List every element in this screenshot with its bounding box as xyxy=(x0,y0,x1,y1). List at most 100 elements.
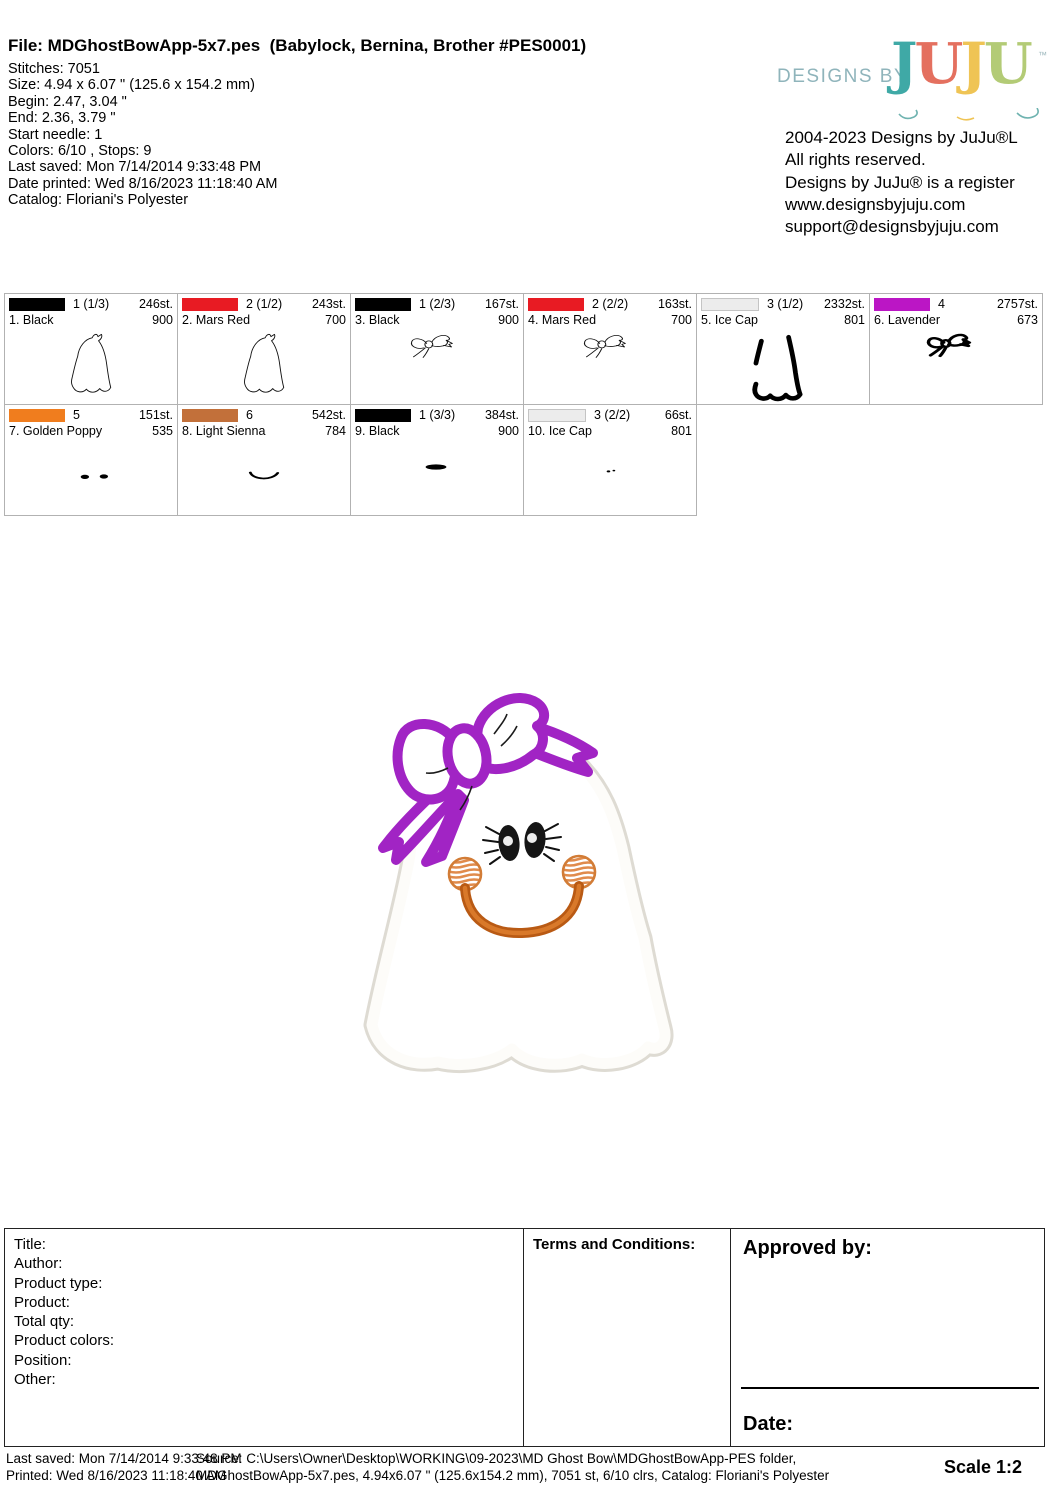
scale-label: Scale 1:2 xyxy=(944,1457,1022,1478)
copyright-line: Designs by JuJu® is a register xyxy=(785,172,1048,194)
step-preview-thumbnail xyxy=(62,332,120,402)
step-preview-thumbnail xyxy=(602,465,620,477)
thread-step-cell: 6 542st. 8. Light Sienna 784 xyxy=(177,404,351,516)
thread-step-cell: 1 (1/3) 246st. 1. Black 900 xyxy=(4,293,178,405)
thread-color-table: 1 (1/3) 246st. 1. Black 900 2 (1/2) 243s… xyxy=(4,293,1043,516)
footer-source-path: Source: C:\Users\Owner\Desktop\WORKING\0… xyxy=(196,1450,829,1484)
footer-source-line: Source: C:\Users\Owner\Desktop\WORKING\0… xyxy=(196,1450,829,1467)
brand-juju-wordmark: JUJU xyxy=(891,36,1030,92)
thread-step-cell: 1 (3/3) 384st. 9. Black 900 xyxy=(350,404,524,516)
order-field-label: Total qty: xyxy=(14,1312,514,1331)
thread-color-code: 673 xyxy=(1017,313,1038,327)
thread-stitch-count: 2757st. xyxy=(997,297,1038,311)
copyright-block: 2004-2023 Designs by JuJu®LAll rights re… xyxy=(785,127,1048,238)
order-field-label: Position: xyxy=(14,1351,514,1370)
brand-letter: J xyxy=(891,31,915,97)
footer-source-line: MDGhostBowApp-5x7.pes, 4.94x6.07 " (125.… xyxy=(196,1467,829,1484)
thread-color-name: 5. Ice Cap xyxy=(701,313,844,327)
order-field-label: Author: xyxy=(14,1254,514,1273)
thread-color-code: 700 xyxy=(671,313,692,327)
brand-letter: U xyxy=(984,31,1030,97)
order-field-label: Product colors: xyxy=(14,1331,514,1350)
file-info-header: File: MDGhostBowApp-5x7.pes (Babylock, B… xyxy=(8,36,586,209)
file-meta-line: Date printed: Wed 8/16/2023 11:18:40 AM xyxy=(8,176,586,192)
thread-step-cell: 3 (2/2) 66st. 10. Ice Cap 801 xyxy=(523,404,697,516)
thread-stitch-count: 163st. xyxy=(658,297,692,311)
thread-step-cell: 3 (1/2) 2332st. 5. Ice Cap 801 xyxy=(696,293,870,405)
file-meta-line: Catalog: Floriani's Polyester xyxy=(8,192,586,208)
right-eye-highlight xyxy=(527,833,537,843)
step-preview-thumbnail xyxy=(580,325,628,367)
thread-stitch-count: 66st. xyxy=(665,408,692,422)
brand-letter: J xyxy=(960,31,984,97)
date-label: Date: xyxy=(743,1413,793,1436)
copyright-line: www.designsbyjuju.com xyxy=(785,194,1048,216)
approval-box: Approved by: Date: xyxy=(731,1228,1045,1447)
file-meta-line: Colors: 6/10 , Stops: 9 xyxy=(8,143,586,159)
thread-color-swatch xyxy=(9,298,65,311)
brand-letter: U xyxy=(915,31,961,97)
thread-stitch-count: 2332st. xyxy=(824,297,865,311)
file-meta-line: Stitches: 7051 xyxy=(8,61,586,77)
thread-sequence-label: 6 xyxy=(246,408,312,422)
brand-prefix-text: DESIGNS BY xyxy=(777,66,908,88)
approved-by-label: Approved by: xyxy=(743,1237,1032,1260)
signature-line xyxy=(741,1387,1039,1389)
thread-stitch-count: 167st. xyxy=(485,297,519,311)
file-meta-line: End: 2.36, 3.79 " xyxy=(8,110,586,126)
thread-color-swatch xyxy=(701,298,759,311)
thread-step-cell: 2 (2/2) 163st. 4. Mars Red 700 xyxy=(523,293,697,405)
trademark-symbol: ™ xyxy=(1038,50,1047,60)
step-preview-thumbnail xyxy=(235,332,293,402)
thread-color-swatch xyxy=(528,298,584,311)
thread-color-swatch xyxy=(182,409,238,422)
logo-flourish-icon xyxy=(897,108,1047,124)
thread-color-code: 900 xyxy=(498,313,519,327)
thread-color-swatch xyxy=(355,298,411,311)
thread-color-code: 784 xyxy=(325,424,346,438)
thread-sequence-label: 1 (1/3) xyxy=(73,297,139,311)
terms-box: Terms and Conditions: xyxy=(524,1228,731,1447)
step-preview-thumbnail xyxy=(75,465,113,488)
thread-color-swatch xyxy=(9,409,65,422)
thread-sequence-label: 1 (3/3) xyxy=(419,408,485,422)
thread-stitch-count: 243st. xyxy=(312,297,346,311)
copyright-line: All rights reserved. xyxy=(785,149,1048,171)
thread-step-cell: 5 151st. 7. Golden Poppy 535 xyxy=(4,404,178,516)
thread-sequence-label: 2 (1/2) xyxy=(246,297,312,311)
thread-step-cell: 2 (1/2) 243st. 2. Mars Red 700 xyxy=(177,293,351,405)
ghost-bow-applique-preview xyxy=(352,676,702,1101)
step-preview-thumbnail xyxy=(246,463,282,489)
embroidery-design-sheet: File: MDGhostBowApp-5x7.pes (Babylock, B… xyxy=(0,0,1050,1485)
thread-color-code: 700 xyxy=(325,313,346,327)
thread-color-name: 10. Ice Cap xyxy=(528,424,671,438)
left-eye-highlight xyxy=(503,836,513,846)
copyright-line: 2004-2023 Designs by JuJu®L xyxy=(785,127,1048,149)
copyright-line: support@designsbyjuju.com xyxy=(785,216,1048,238)
thread-sequence-label: 3 (2/2) xyxy=(594,408,665,422)
thread-color-name: 7. Golden Poppy xyxy=(9,424,152,438)
file-title: File: MDGhostBowApp-5x7.pes (Babylock, B… xyxy=(8,36,586,56)
thread-step-cell: 4 2757st. 6. Lavender 673 xyxy=(869,293,1043,405)
order-fields-box: Title:Author:Product type:Product:Total … xyxy=(4,1228,524,1447)
order-field-label: Product: xyxy=(14,1293,514,1312)
terms-label: Terms and Conditions: xyxy=(533,1236,695,1253)
file-meta-line: Last saved: Mon 7/14/2014 9:33:48 PM xyxy=(8,159,586,175)
step-preview-thumbnail xyxy=(741,332,809,410)
thread-stitch-count: 384st. xyxy=(485,408,519,422)
thread-color-swatch xyxy=(874,298,930,311)
thread-stitch-count: 246st. xyxy=(139,297,173,311)
order-form: Title:Author:Product type:Product:Total … xyxy=(4,1228,1045,1447)
color-table-row: 5 151st. 7. Golden Poppy 535 6 542st. 8.… xyxy=(4,404,1043,516)
thread-sequence-label: 4 xyxy=(938,297,997,311)
file-meta-list: Stitches: 7051Size: 4.94 x 6.07 " (125.6… xyxy=(8,61,586,209)
thread-color-code: 900 xyxy=(152,313,173,327)
color-table-row: 1 (1/3) 246st. 1. Black 900 2 (1/2) 243s… xyxy=(4,293,1043,405)
file-meta-line: Size: 4.94 x 6.07 " (125.6 x 154.2 mm) xyxy=(8,77,586,93)
file-meta-line: Begin: 2.47, 3.04 " xyxy=(8,94,586,110)
order-field-label: Product type: xyxy=(14,1274,514,1293)
order-field-label: Other: xyxy=(14,1370,514,1389)
designs-by-juju-logo: DESIGNS BY JUJU ™ xyxy=(775,44,1047,128)
thread-color-swatch xyxy=(355,409,411,422)
thread-sequence-label: 3 (1/2) xyxy=(767,297,824,311)
